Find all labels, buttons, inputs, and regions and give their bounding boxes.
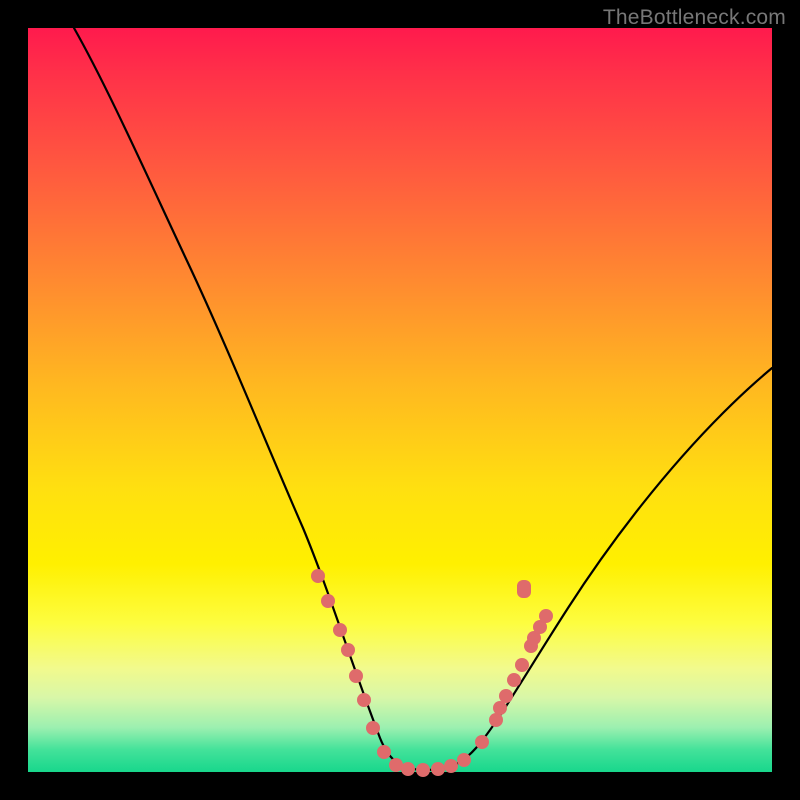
chart-svg <box>28 28 772 772</box>
bottleneck-curve <box>74 28 772 770</box>
watermark-text: TheBottleneck.com <box>603 6 786 30</box>
curve-data-dots <box>311 569 553 777</box>
plot-area <box>28 28 772 772</box>
